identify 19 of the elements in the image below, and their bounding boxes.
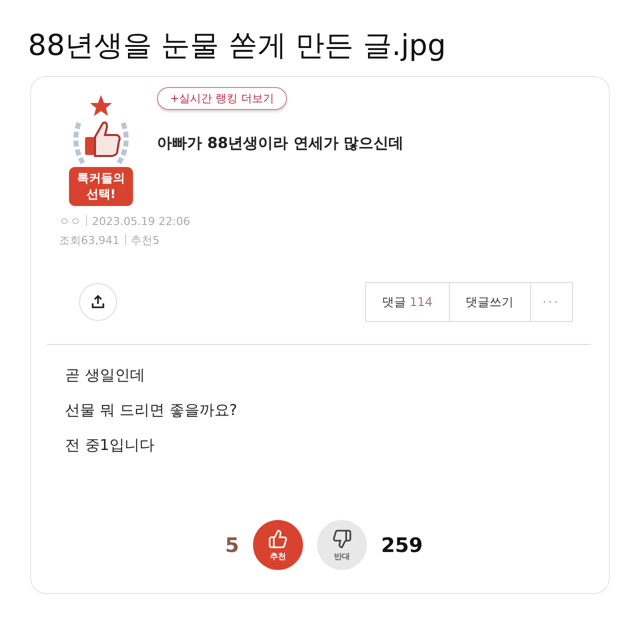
body-text: 전 중1입니다 bbox=[65, 435, 156, 456]
ranking-link[interactable]: +실시간 랭킹 더보기 bbox=[157, 87, 288, 110]
recommend-count: 추천5 bbox=[130, 234, 160, 248]
thumbs-down-icon bbox=[332, 528, 352, 549]
post-date: 2023.05.19 22:06 bbox=[92, 215, 190, 228]
thumbs-up-icon bbox=[268, 528, 288, 549]
body-text: 곧 생일인데 bbox=[65, 365, 146, 386]
vote-count: 5 bbox=[225, 533, 240, 558]
author-name: ㅇㅇ bbox=[59, 215, 81, 228]
body-text: 선물 뭐 드리면 좋을까요? bbox=[65, 400, 238, 422]
headline: 88년생을 눈물 쏟게 만든 글.jpg bbox=[28, 27, 447, 64]
oppose-button[interactable]: 반대 bbox=[317, 520, 368, 570]
recommend-button[interactable]: 추천 bbox=[253, 520, 304, 570]
post-title: 아빠가 88년생이라 연세가 많으신데 bbox=[157, 134, 404, 153]
vote-count: 259 bbox=[381, 533, 423, 558]
view-count: 조회63,941 bbox=[59, 234, 120, 248]
share-button[interactable] bbox=[79, 283, 117, 322]
badge-label: 톡커들의 선택! bbox=[69, 167, 133, 206]
share-icon bbox=[90, 294, 106, 310]
